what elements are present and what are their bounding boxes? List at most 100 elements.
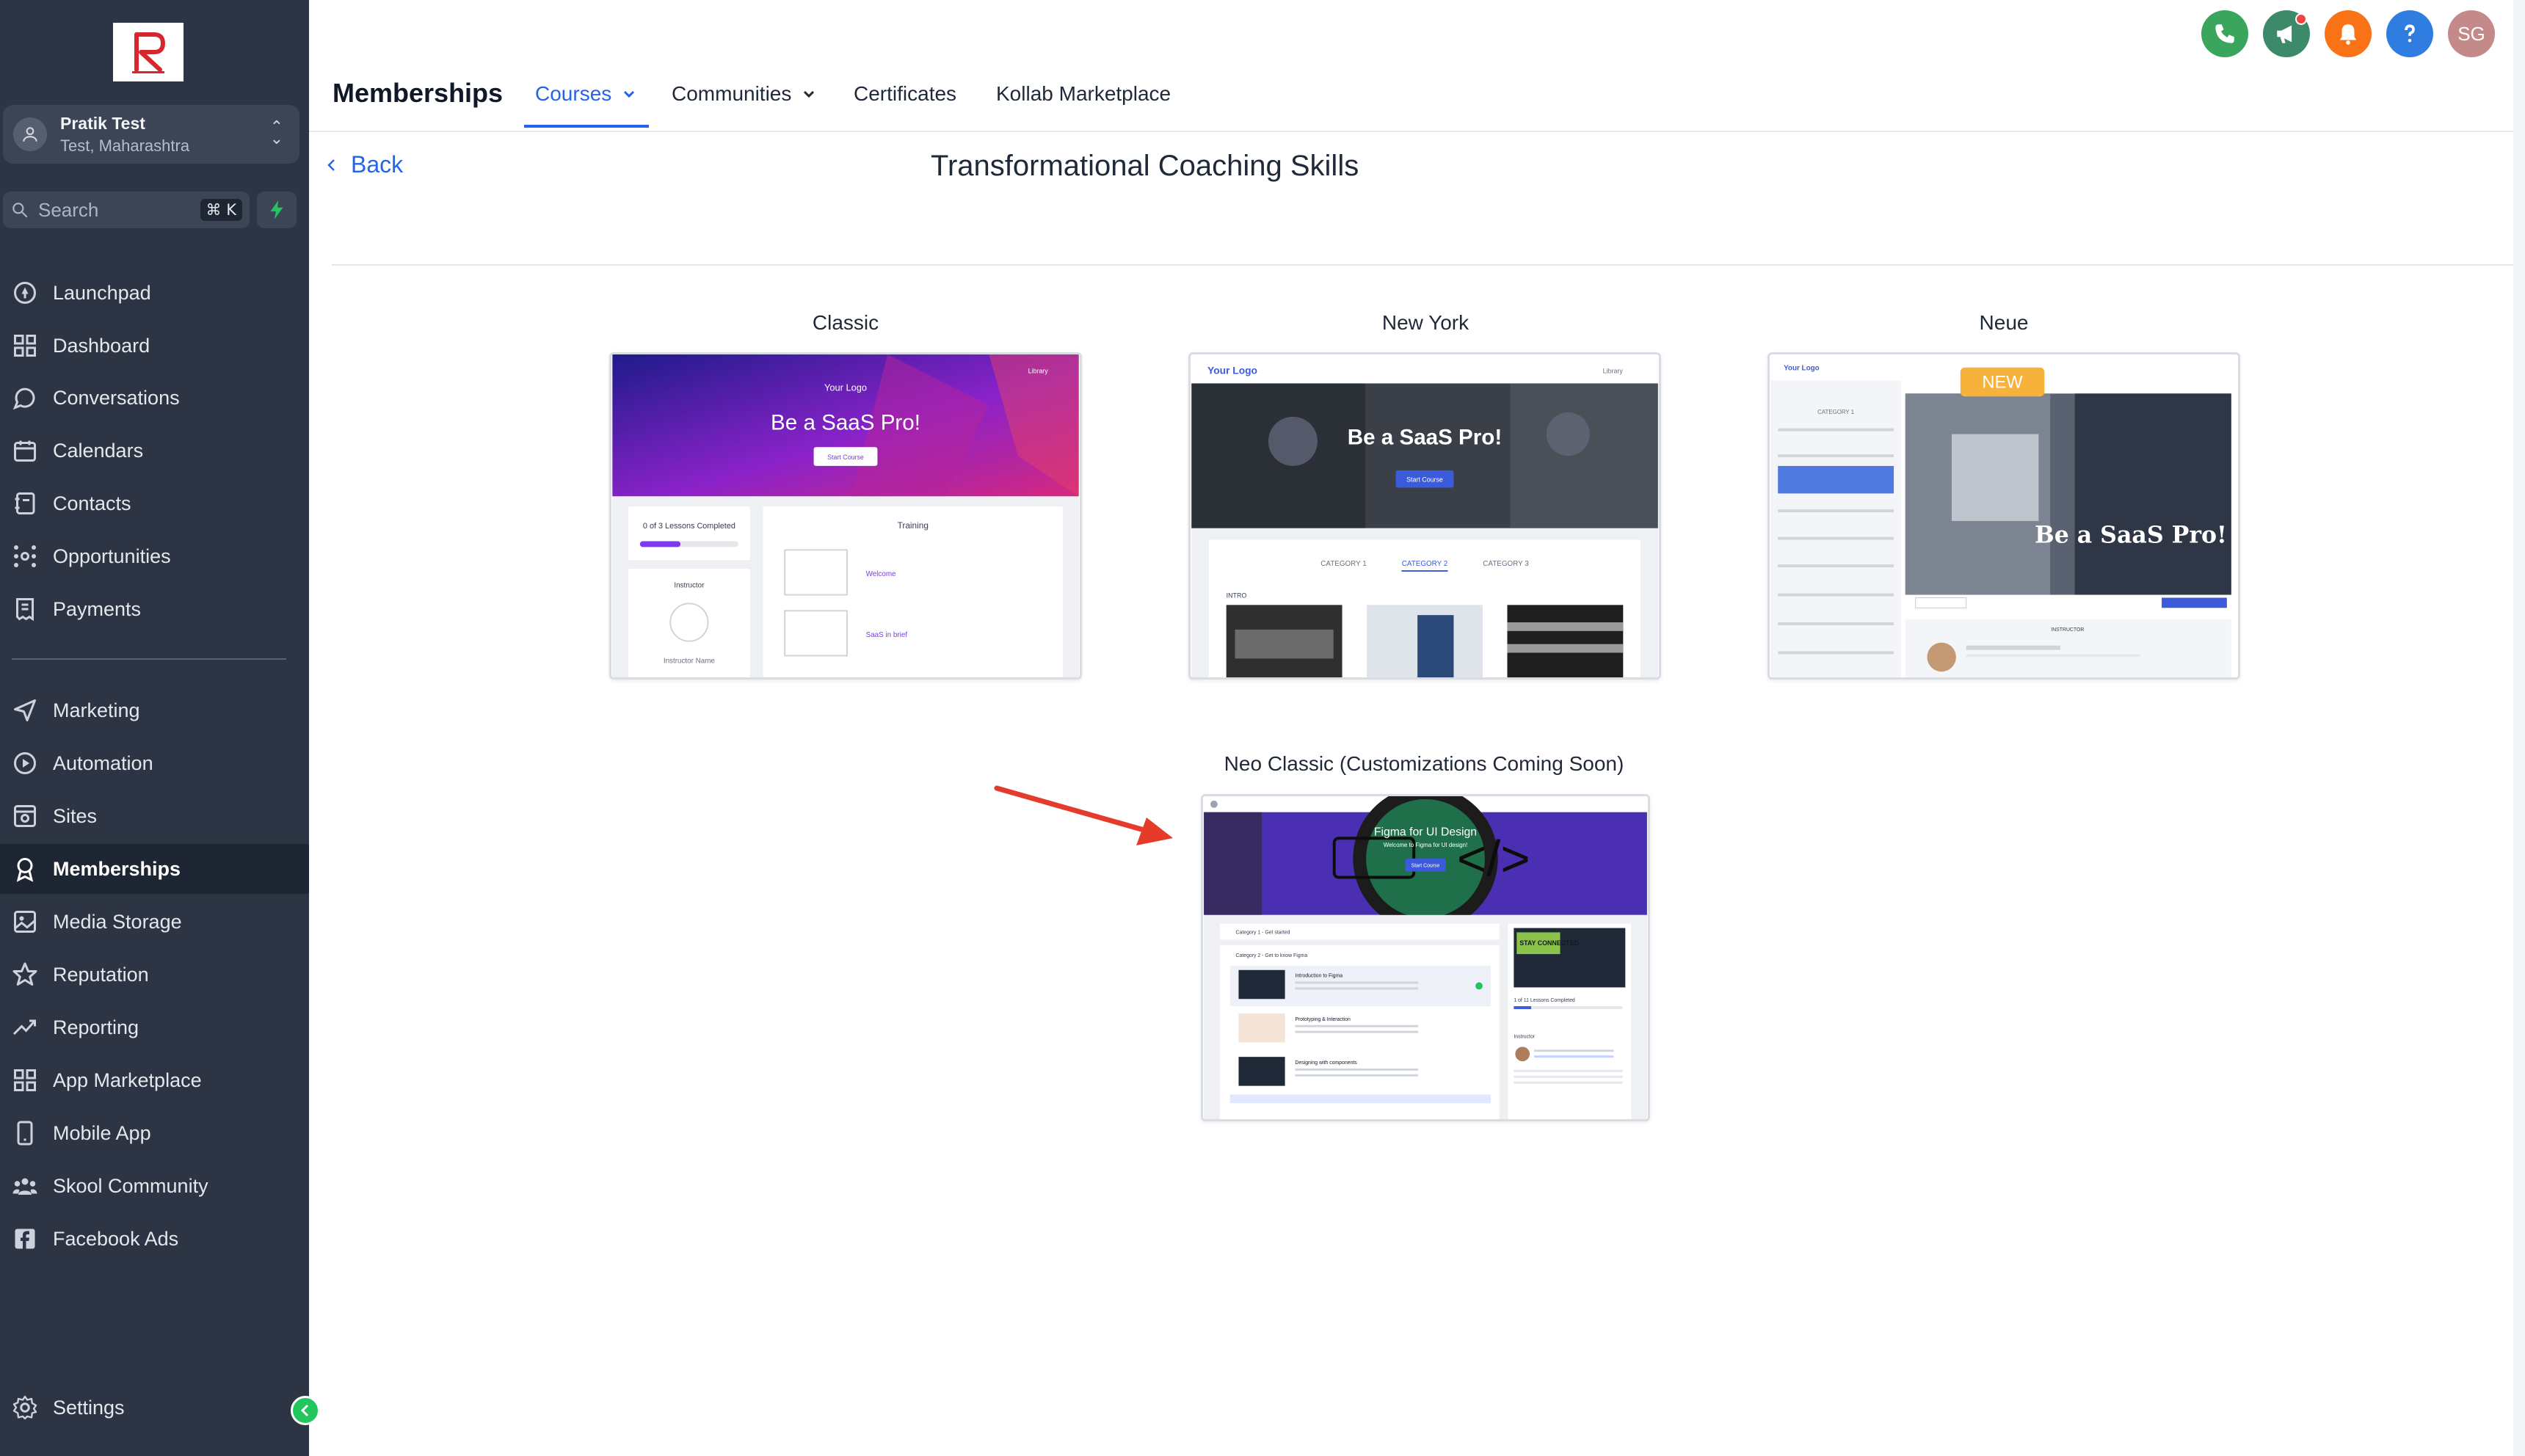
user-avatar[interactable]: SG bbox=[2448, 10, 2495, 57]
sidebar-item-label: Contacts bbox=[53, 492, 131, 514]
bell-icon bbox=[2339, 24, 2357, 45]
template-label-new-york: New York bbox=[1381, 311, 1469, 334]
sidebar-item-label: App Marketplace bbox=[53, 1069, 202, 1091]
preview-section-text: INTRO bbox=[1227, 592, 1247, 599]
sidebar-item-mobile-app[interactable]: Mobile App bbox=[0, 1108, 309, 1158]
preview-progress-text: 1 of 11 Lessons Completed bbox=[1514, 998, 1575, 1003]
sidebar-item-label: Media Storage bbox=[53, 910, 182, 933]
sidebar-item-facebook-ads[interactable]: Facebook Ads bbox=[0, 1214, 309, 1264]
sidebar-item-reputation[interactable]: Reputation bbox=[0, 950, 309, 1000]
sidebar-item-label: Skool Community bbox=[53, 1174, 208, 1197]
preview-category-2: Category 2 - Get to know Figma bbox=[1236, 953, 1308, 958]
preview-instructor-heading: Instructor bbox=[1514, 1035, 1535, 1040]
tab-certificates[interactable]: Certificates bbox=[854, 82, 956, 106]
sidebar-item-label: Automation bbox=[53, 751, 153, 774]
account-switcher[interactable]: Pratik Test Test, Maharashtra ⌃ ⌄ bbox=[3, 105, 299, 164]
image-icon bbox=[14, 911, 36, 933]
template-card-new-york[interactable]: Your Logo Library Be a SaaS Pro! Start C… bbox=[1188, 352, 1661, 680]
sidebar-item-media-storage[interactable]: Media Storage bbox=[0, 897, 309, 947]
neue-preview: Your Logo CATEGORY 1 Be a SaaS Pro! INST… bbox=[1770, 354, 2237, 677]
sidebar-item-label: Launchpad bbox=[53, 281, 151, 304]
sidebar-item-marketing[interactable]: Marketing bbox=[0, 685, 309, 735]
sidebar-item-settings[interactable]: Settings bbox=[0, 1383, 309, 1433]
sidebar-divider bbox=[12, 658, 286, 660]
sites-icon bbox=[14, 805, 36, 827]
back-link[interactable]: Back bbox=[324, 151, 403, 178]
sidebar-item-launchpad[interactable]: Launchpad bbox=[0, 268, 309, 318]
company-logo[interactable] bbox=[113, 23, 184, 81]
search-box[interactable]: Search ⌘ K bbox=[3, 192, 250, 228]
settings-label: Settings bbox=[53, 1396, 125, 1419]
scrollbar-track[interactable] bbox=[2513, 0, 2525, 1456]
sidebar-item-calendars[interactable]: Calendars bbox=[0, 426, 309, 476]
preview-category-1: CATEGORY 1 bbox=[1320, 560, 1366, 568]
account-name: Pratik Test bbox=[60, 113, 145, 133]
sidebar-item-conversations[interactable]: Conversations bbox=[0, 373, 309, 423]
preview-hero-text: Be a SaaS Pro! bbox=[1348, 425, 1502, 449]
template-card-neue[interactable]: Your Logo CATEGORY 1 Be a SaaS Pro! INST… bbox=[1768, 352, 2240, 680]
back-label: Back bbox=[351, 151, 404, 178]
contacts-icon bbox=[15, 492, 35, 514]
sidebar-item-label: Memberships bbox=[53, 857, 181, 880]
search-icon bbox=[12, 203, 28, 218]
tab-label: Certificates bbox=[854, 82, 957, 105]
facebook-icon bbox=[15, 1228, 35, 1249]
sidebar-item-label: Dashboard bbox=[53, 334, 150, 357]
megaphone-icon bbox=[2277, 25, 2292, 43]
quick-action-button[interactable] bbox=[257, 192, 297, 228]
sidebar-item-opportunities[interactable]: Opportunities bbox=[0, 531, 309, 581]
preview-section-text: INSTRUCTOR bbox=[2051, 627, 2084, 633]
template-label-neo-classic: Neo Classic (Customizations Coming Soon) bbox=[1224, 752, 1624, 775]
mobile-icon bbox=[17, 1121, 33, 1146]
preview-lesson-2: Prototyping & Interaction bbox=[1295, 1017, 1351, 1022]
preview-logo-text: Your Logo bbox=[824, 382, 867, 393]
sidebar-item-app-marketplace[interactable]: App Marketplace bbox=[0, 1055, 309, 1105]
help-button[interactable] bbox=[2386, 10, 2433, 57]
tab-kollab-marketplace[interactable]: Kollab Marketplace bbox=[996, 82, 1171, 106]
notifications-button[interactable] bbox=[2325, 10, 2372, 57]
chevron-left-icon bbox=[300, 1404, 309, 1417]
send-icon bbox=[14, 699, 36, 721]
phone-button[interactable] bbox=[2201, 10, 2248, 57]
preview-lesson-3: Designing with components bbox=[1295, 1060, 1357, 1066]
sidebar-item-label: Reporting bbox=[53, 1016, 139, 1038]
sidebar-item-dashboard[interactable]: Dashboard bbox=[0, 321, 309, 371]
sidebar-item-sites[interactable]: Sites bbox=[0, 791, 309, 841]
sidebar-item-skool-community[interactable]: Skool Community bbox=[0, 1161, 309, 1211]
avatar-initials: SG bbox=[2457, 22, 2485, 45]
template-card-classic[interactable]: Your Logo Be a SaaS Pro! Start Course Li… bbox=[609, 352, 1082, 680]
neo-classic-preview: </> Figma for UI Design Welcome to Figma… bbox=[1204, 796, 1647, 1119]
chevron-down-icon bbox=[624, 90, 635, 98]
users-icon bbox=[12, 1178, 37, 1195]
preview-logo-text: Your Logo bbox=[1784, 365, 1820, 373]
grid-icon bbox=[14, 335, 36, 357]
preview-instructor-name: Instructor Name bbox=[664, 657, 716, 665]
preview-category-text: CATEGORY 1 bbox=[1817, 409, 1854, 415]
preview-progress-text: 0 of 3 Lessons Completed bbox=[643, 522, 735, 531]
preview-button-text: Start Course bbox=[1412, 864, 1440, 869]
sidebar-item-label: Marketing bbox=[53, 699, 140, 721]
template-card-neo-classic[interactable]: </> Figma for UI Design Welcome to Figma… bbox=[1201, 794, 1650, 1121]
tab-courses[interactable]: Courses bbox=[535, 82, 636, 106]
tab-communities[interactable]: Communities bbox=[672, 82, 816, 106]
receipt-icon bbox=[16, 598, 34, 622]
search-shortcut: ⌘ K bbox=[200, 199, 242, 221]
sidebar-item-label: Reputation bbox=[53, 963, 149, 986]
sidebar-item-contacts[interactable]: Contacts bbox=[0, 478, 309, 528]
sidebar-item-payments[interactable]: Payments bbox=[0, 584, 309, 634]
preview-category-3: CATEGORY 3 bbox=[1483, 560, 1529, 568]
preview-button-text: Start Course bbox=[1406, 476, 1443, 484]
account-icon bbox=[13, 117, 47, 151]
preview-hero-text: Be a SaaS Pro! bbox=[771, 411, 920, 435]
announcements-button[interactable] bbox=[2263, 10, 2310, 57]
template-label-neue: Neue bbox=[1979, 311, 2029, 334]
sidebar-item-reporting[interactable]: Reporting bbox=[0, 1002, 309, 1052]
top-bar: Memberships Courses Communities Certific… bbox=[309, 0, 2525, 132]
sidebar-item-memberships[interactable]: Memberships bbox=[0, 844, 309, 894]
collapse-sidebar-button[interactable] bbox=[291, 1396, 320, 1425]
apps-icon bbox=[14, 1069, 36, 1091]
page-title: Memberships bbox=[333, 78, 504, 108]
preview-hero-text: Figma for UI Design bbox=[1374, 826, 1477, 838]
sidebar-item-automation[interactable]: Automation bbox=[0, 738, 309, 788]
pointer-arrow-icon bbox=[994, 785, 1173, 845]
